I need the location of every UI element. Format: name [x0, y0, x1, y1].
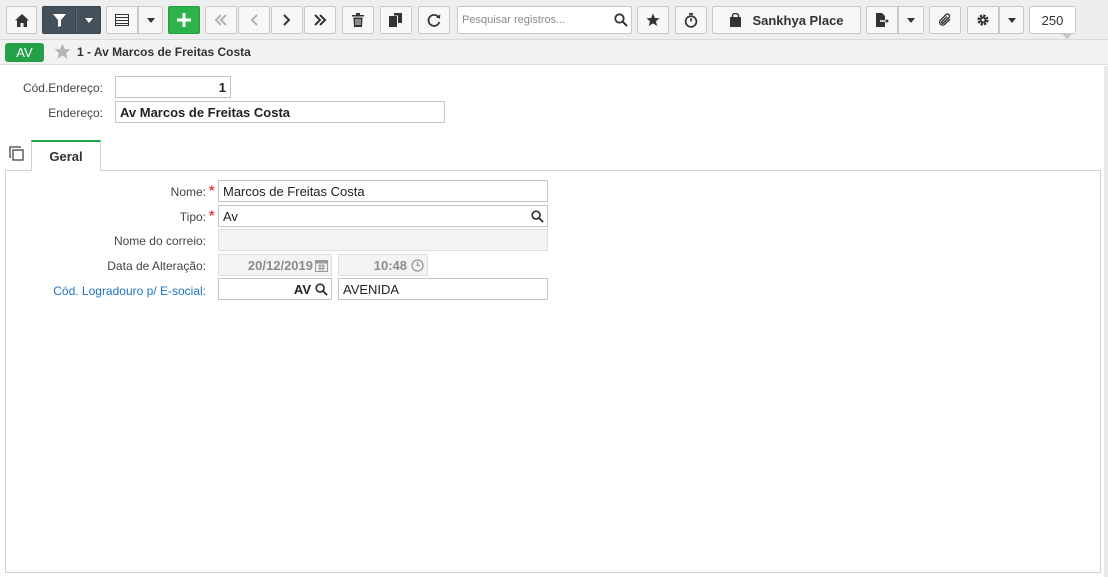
shopping-bag-icon [730, 13, 742, 27]
plus-icon [177, 13, 191, 27]
previous-record-button[interactable] [238, 6, 270, 34]
copy-icon [389, 13, 402, 27]
settings-dropdown-button[interactable] [999, 6, 1024, 34]
scrollbar[interactable] [1104, 66, 1108, 577]
delete-button[interactable] [342, 6, 374, 34]
cod-endereco-value: 1 [218, 79, 226, 95]
calendar-icon [315, 259, 328, 275]
next-record-button[interactable] [271, 6, 303, 34]
search-field[interactable] [457, 6, 632, 34]
cod-logradouro-field[interactable]: AV [218, 278, 332, 300]
cod-endereco-field[interactable]: 1 [115, 76, 231, 98]
record-title: 1 - Av Marcos de Freitas Costa [77, 45, 251, 59]
settings-button[interactable] [967, 6, 999, 34]
caret-down-icon [1007, 17, 1016, 23]
nome-value: Marcos de Freitas Costa [223, 183, 365, 199]
endereco-value: Av Marcos de Freitas Costa [120, 104, 291, 120]
export-dropdown-button[interactable] [898, 6, 924, 34]
data-alteracao-time-field: 10:48 [338, 254, 428, 276]
nome-correio-label: Nome do correio: [113, 234, 206, 248]
chevron-left-icon [250, 14, 258, 26]
cod-logradouro-label[interactable]: Cód. Logradouro p/ E-social: [20, 284, 206, 298]
refresh-button[interactable] [418, 6, 450, 34]
add-record-button[interactable] [168, 6, 200, 34]
tipo-required-marker: * [209, 207, 215, 223]
paperclip-icon [939, 13, 951, 26]
favorite-button[interactable] [637, 6, 669, 34]
tab-geral-label: Geral [49, 149, 83, 164]
double-chevron-left-icon [214, 14, 227, 26]
caret-down-icon [907, 17, 915, 23]
search-input[interactable] [462, 12, 612, 28]
grid-icon [115, 14, 129, 26]
data-alteracao-time-value: 10:48 [373, 257, 407, 273]
record-title-bar: AV 1 - Av Marcos de Freitas Costa [0, 40, 1108, 65]
logradouro-description-field: AVENIDA [338, 278, 548, 300]
duplicate-icon[interactable] [9, 146, 24, 164]
record-count-value: 250 [1041, 12, 1064, 28]
cod-endereco-label: Cód.Endereço: [22, 81, 103, 95]
sankhya-place-label: Sankhya Place [752, 12, 844, 28]
tipo-value: Av [223, 208, 238, 224]
double-chevron-right-icon [314, 14, 327, 26]
nome-correio-field [218, 229, 548, 251]
clock-icon [411, 259, 424, 275]
home-icon [14, 13, 29, 27]
trash-icon [352, 13, 364, 27]
record-type-badge: AV [5, 43, 44, 62]
stopwatch-icon [684, 12, 698, 28]
caret-down-icon [84, 17, 93, 23]
tipo-field[interactable]: Av [218, 205, 548, 227]
copy-record-button[interactable] [380, 6, 412, 34]
refresh-icon [427, 14, 441, 27]
data-alteracao-date-value: 20/12/2019 [247, 257, 313, 273]
nome-required-marker: * [209, 182, 215, 198]
first-record-button[interactable] [205, 6, 237, 34]
filter-dropdown-button[interactable] [76, 6, 101, 34]
nome-field[interactable]: Marcos de Freitas Costa [218, 180, 548, 202]
cod-logradouro-value: AV [293, 281, 311, 297]
gear-icon [977, 14, 989, 26]
tab-geral[interactable]: Geral [31, 140, 101, 171]
search-icon[interactable] [531, 210, 544, 226]
toolbar: Sankhya Place 250 [0, 0, 1108, 40]
endereco-label: Endereço: [48, 106, 103, 120]
endereco-field[interactable]: Av Marcos de Freitas Costa [115, 101, 445, 123]
tipo-label: Tipo: [179, 210, 206, 224]
sankhya-place-button[interactable]: Sankhya Place [712, 6, 861, 34]
data-alteracao-label: Data de Alteração: [107, 259, 206, 273]
record-count-field[interactable]: 250 [1029, 6, 1076, 39]
grid-view-button[interactable] [106, 6, 138, 34]
home-button[interactable] [6, 6, 37, 34]
logradouro-description-value: AVENIDA [343, 281, 400, 297]
star-icon[interactable] [54, 43, 71, 63]
timer-button[interactable] [675, 6, 707, 34]
search-icon[interactable] [315, 283, 328, 299]
geral-panel [5, 170, 1101, 573]
star-icon [646, 13, 660, 26]
caret-down-icon [146, 17, 155, 23]
nome-label: Nome: [170, 185, 206, 199]
last-record-button[interactable] [304, 6, 336, 34]
filter-icon [52, 13, 66, 27]
attachment-button[interactable] [929, 6, 961, 34]
grid-dropdown-button[interactable] [138, 6, 163, 34]
data-alteracao-date-field: 20/12/2019 [218, 254, 332, 276]
chevron-right-icon [283, 14, 291, 26]
filter-button[interactable] [42, 6, 76, 34]
search-icon[interactable] [614, 13, 628, 30]
export-button[interactable] [866, 6, 898, 34]
file-export-icon [876, 13, 889, 27]
